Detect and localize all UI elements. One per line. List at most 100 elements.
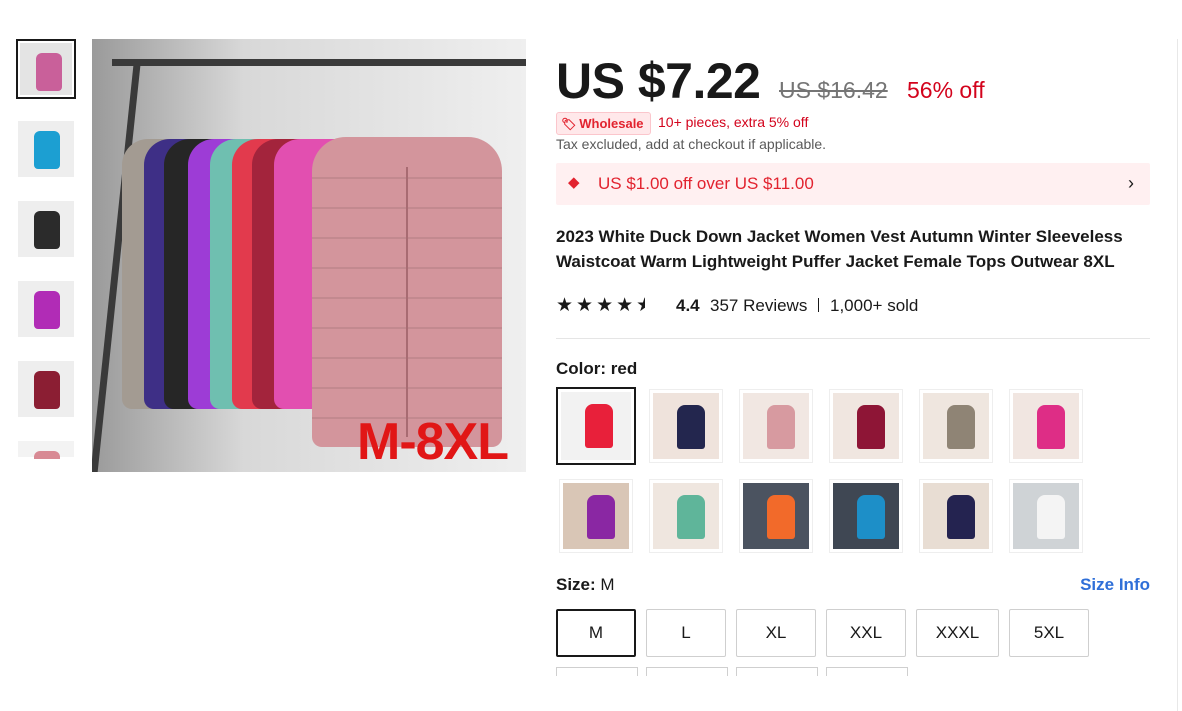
size-range-label: M-8XL (357, 413, 509, 471)
thumbnail-image (18, 121, 74, 177)
rating-score: 4.4 (676, 296, 700, 315)
color-swatch-rose[interactable] (1009, 389, 1083, 463)
zipper (406, 167, 408, 437)
swatch-vest (677, 405, 705, 449)
color-swatch-navy[interactable] (649, 389, 723, 463)
sold-count: 1,000+ sold (830, 296, 919, 315)
color-label: Color: (556, 359, 607, 378)
chevron-right-icon: › (1128, 173, 1134, 193)
coupon-tag-icon: ◆ (568, 174, 580, 191)
vest-shape (34, 131, 60, 169)
swatch-background (563, 483, 629, 549)
divider (818, 298, 819, 312)
swatch-vest (767, 495, 795, 539)
size-selected: M (600, 575, 615, 594)
vest-shape (34, 211, 60, 249)
swatch-background (743, 393, 809, 459)
coupon-banner[interactable]: ◆ US $1.00 off over US $11.00 › (556, 163, 1150, 205)
swatch-background (561, 392, 631, 460)
size-option-5xl[interactable]: 5XL (1009, 609, 1089, 657)
wholesale-offer: 10+ pieces, extra 5% off (658, 114, 809, 130)
thumb-black[interactable] (16, 199, 76, 259)
color-swatch-pink[interactable] (739, 389, 813, 463)
price-tag-icon: 🏷 (561, 117, 577, 131)
reviews-link[interactable]: 357 Reviews (710, 296, 807, 316)
thumb-row[interactable] (16, 439, 76, 459)
discount-percent: 56% off (907, 77, 985, 103)
color-selected: red (610, 359, 638, 378)
color-swatch-purple[interactable] (559, 479, 633, 553)
swatch-vest (857, 405, 885, 449)
swatch-background (833, 393, 899, 459)
color-swatch-burgundy[interactable] (829, 389, 903, 463)
rating-row: ★★★★★ 4.4 357 Reviews 1,000+ sold (556, 294, 1150, 318)
clothes-rail (112, 59, 526, 66)
vest-shape (36, 53, 62, 91)
vest-pink (312, 137, 502, 447)
swatch-vest (587, 495, 615, 539)
size-label-group: Size: M (556, 575, 615, 595)
size-option-next-row[interactable] (646, 667, 728, 676)
size-options: M L XL XXL XXXL 5XL (556, 609, 1150, 676)
color-swatch-khaki[interactable] (919, 389, 993, 463)
size-option-next-row[interactable] (556, 667, 638, 676)
size-label-row: Size: M Size Info (556, 575, 1150, 599)
vest-shape (34, 451, 60, 459)
size-option-next-row[interactable] (826, 667, 908, 676)
swatch-background (653, 393, 719, 459)
size-option-l[interactable]: L (646, 609, 726, 657)
color-swatch-red[interactable] (556, 387, 636, 465)
product-title: 2023 White Duck Down Jacket Women Vest A… (556, 227, 1123, 271)
swatch-background (833, 483, 899, 549)
thumbnail-image (18, 441, 74, 459)
thumb-burgundy[interactable] (16, 359, 76, 419)
size-label: Size: (556, 575, 596, 594)
swatch-background (1013, 393, 1079, 459)
thumb-blue[interactable] (16, 119, 76, 179)
thumbnail-image (18, 361, 74, 417)
swatch-background (653, 483, 719, 549)
coupon-text: US $1.00 off over US $11.00 (598, 174, 814, 193)
product-info: US $7.22 US $16.42 56% off 🏷 Wholesale 10… (556, 50, 1150, 676)
thumb-magenta[interactable] (16, 279, 76, 339)
swatch-background (1013, 483, 1079, 549)
thumbnail-image (20, 43, 72, 95)
thumbnail-image (18, 201, 74, 257)
swatch-vest (677, 495, 705, 539)
section-divider (556, 338, 1150, 339)
swatch-vest (857, 495, 885, 539)
size-option-xl[interactable]: XL (736, 609, 816, 657)
size-option-m[interactable]: M (556, 609, 636, 657)
swatch-background (743, 483, 809, 549)
scrollbar[interactable] (1177, 39, 1182, 711)
size-option-next-row[interactable] (736, 667, 818, 676)
main-product-image[interactable]: M-8XL (92, 39, 526, 472)
color-swatch-mint[interactable] (649, 479, 723, 553)
swatch-vest (947, 405, 975, 449)
color-swatch-orange[interactable] (739, 479, 813, 553)
size-option-xxxl[interactable]: XXXL (916, 609, 999, 657)
swatch-vest (1037, 405, 1065, 449)
color-swatch-dark-navy[interactable] (919, 479, 993, 553)
swatch-vest (767, 405, 795, 449)
original-price: US $16.42 (779, 77, 888, 103)
star-rating-icon[interactable]: ★★★★★ (556, 294, 645, 317)
thumbnail-image (18, 281, 74, 337)
color-swatch-white[interactable] (1009, 479, 1083, 553)
swatch-vest (947, 495, 975, 539)
color-swatches (556, 387, 1150, 555)
color-swatch-blue[interactable] (829, 479, 903, 553)
color-label-row: Color: red (556, 359, 1150, 381)
wholesale-row: 🏷 Wholesale 10+ pieces, extra 5% off (556, 112, 1150, 136)
swatch-vest (1037, 495, 1065, 539)
thumb-multicolor[interactable] (16, 39, 76, 99)
size-info-link[interactable]: Size Info (1080, 575, 1150, 595)
current-price: US $7.22 (556, 53, 761, 109)
wholesale-badge: 🏷 Wholesale (556, 112, 651, 135)
vest-shape (34, 371, 60, 409)
wholesale-badge-label: Wholesale (579, 116, 644, 131)
swatch-vest (585, 404, 613, 448)
size-option-xxl[interactable]: XXL (826, 609, 906, 657)
tax-note: Tax excluded, add at checkout if applica… (556, 136, 827, 152)
vest-shape (34, 291, 60, 329)
